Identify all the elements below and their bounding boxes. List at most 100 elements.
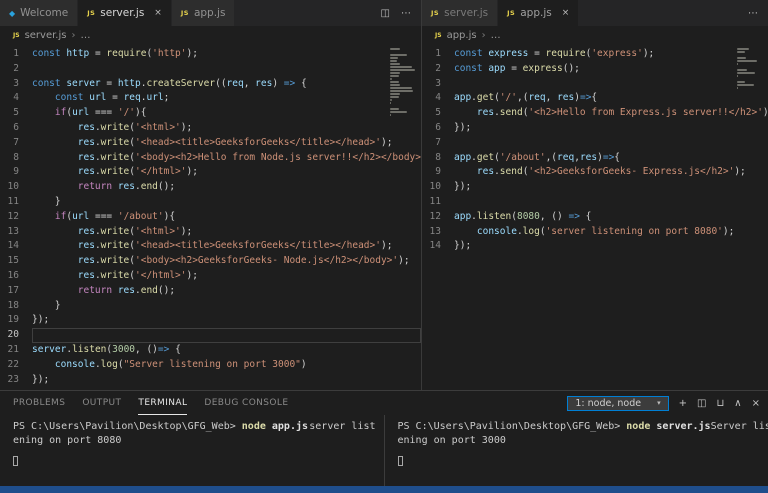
- line-number[interactable]: 15: [0, 254, 32, 269]
- close-icon[interactable]: ×: [154, 8, 162, 18]
- code-line[interactable]: 13 console.log('server listening on port…: [422, 225, 768, 240]
- code-line[interactable]: 8app.get('/about',(req,res)=>{: [422, 151, 768, 166]
- tab-server-js[interactable]: JSserver.js×: [78, 0, 172, 26]
- split-editor-icon[interactable]: ◫: [381, 8, 390, 19]
- kill-terminal-icon[interactable]: ⊔: [716, 398, 724, 409]
- line-number[interactable]: 9: [0, 165, 32, 180]
- line-number[interactable]: 22: [0, 358, 32, 373]
- breadcrumb-symbol[interactable]: …: [491, 30, 501, 41]
- code-line[interactable]: 14});: [422, 239, 768, 254]
- code-line[interactable]: 15 res.write('<body><h2>GeeksforGeeks- N…: [0, 254, 421, 269]
- line-number[interactable]: 23: [0, 373, 32, 388]
- code-line[interactable]: 6 res.write('<html>');: [0, 121, 421, 136]
- line-number[interactable]: 8: [422, 151, 454, 166]
- line-number[interactable]: 14: [0, 239, 32, 254]
- code-line[interactable]: 2: [0, 62, 421, 77]
- breadcrumb[interactable]: JS server.js › …: [0, 26, 421, 44]
- code-line[interactable]: 9 res.write('</html>');: [0, 165, 421, 180]
- code-line[interactable]: 10});: [422, 180, 768, 195]
- line-number[interactable]: 17: [0, 284, 32, 299]
- line-number[interactable]: 7: [422, 136, 454, 151]
- line-number[interactable]: 18: [0, 299, 32, 314]
- code-line[interactable]: 2const app = express();: [422, 62, 768, 77]
- line-number[interactable]: 4: [0, 91, 32, 106]
- line-number[interactable]: 6: [422, 121, 454, 136]
- code-editor-server-js[interactable]: 1const http = require('http');23const se…: [0, 44, 421, 390]
- split-terminal-icon[interactable]: ◫: [697, 398, 706, 409]
- code-line[interactable]: 16 res.write('</html>');: [0, 269, 421, 284]
- code-editor-app-js[interactable]: 1const express = require('express');2con…: [422, 44, 768, 390]
- code-line[interactable]: 3const server = http.createServer((req, …: [0, 77, 421, 92]
- line-number[interactable]: 11: [0, 195, 32, 210]
- breadcrumb[interactable]: JS app.js › …: [422, 26, 768, 44]
- code-line[interactable]: 14 res.write('<head><title>GeeksforGeeks…: [0, 239, 421, 254]
- breadcrumb-file[interactable]: app.js: [447, 30, 477, 41]
- more-actions-icon[interactable]: ⋯: [748, 8, 758, 19]
- code-line[interactable]: 4 const url = req.url;: [0, 91, 421, 106]
- line-number[interactable]: 3: [0, 77, 32, 92]
- terminal-right[interactable]: PS C:\Users\Pavilion\Desktop\GFG_Web> no…: [384, 415, 768, 486]
- breadcrumb-symbol[interactable]: …: [80, 30, 90, 41]
- close-panel-icon[interactable]: ×: [752, 398, 760, 409]
- line-number[interactable]: 8: [0, 151, 32, 166]
- line-number[interactable]: 1: [0, 47, 32, 62]
- minimap[interactable]: [737, 48, 765, 89]
- code-line[interactable]: 8 res.write('<body><h2>Hello from Node.j…: [0, 151, 421, 166]
- code-line[interactable]: 3: [422, 77, 768, 92]
- code-line[interactable]: 7 res.write('<head><title>GeeksforGeeks<…: [0, 136, 421, 151]
- line-number[interactable]: 5: [0, 106, 32, 121]
- line-number[interactable]: 13: [0, 225, 32, 240]
- line-number[interactable]: 12: [422, 210, 454, 225]
- line-number[interactable]: 5: [422, 106, 454, 121]
- line-number[interactable]: 10: [0, 180, 32, 195]
- code-line[interactable]: 6});: [422, 121, 768, 136]
- close-icon[interactable]: ×: [562, 8, 570, 18]
- panel-tab-debug-console[interactable]: DEBUG CONSOLE: [204, 391, 288, 415]
- line-number[interactable]: 9: [422, 165, 454, 180]
- code-line[interactable]: 18 }: [0, 299, 421, 314]
- panel-tab-problems[interactable]: PROBLEMS: [13, 391, 65, 415]
- line-number[interactable]: 6: [0, 121, 32, 136]
- code-line[interactable]: 1const express = require('express');: [422, 47, 768, 62]
- line-number[interactable]: 14: [422, 239, 454, 254]
- panel-tab-output[interactable]: OUTPUT: [82, 391, 121, 415]
- line-number[interactable]: 10: [422, 180, 454, 195]
- code-line[interactable]: 12app.listen(8080, () => {: [422, 210, 768, 225]
- new-terminal-icon[interactable]: +: [679, 398, 687, 409]
- maximize-panel-icon[interactable]: ∧: [734, 398, 741, 409]
- code-line[interactable]: 7: [422, 136, 768, 151]
- code-line[interactable]: 9 res.send('<h2>GeeksforGeeks- Express.j…: [422, 165, 768, 180]
- code-line[interactable]: 5 res.send('<h2>Hello from Express.js se…: [422, 106, 768, 121]
- tab-app-js[interactable]: JSapp.js×: [498, 0, 579, 26]
- code-line[interactable]: 10 return res.end();: [0, 180, 421, 195]
- code-line[interactable]: 5 if(url === '/'){: [0, 106, 421, 121]
- line-number[interactable]: 21: [0, 343, 32, 358]
- tab-app-js[interactable]: JSapp.js: [172, 0, 236, 26]
- code-line[interactable]: 11 }: [0, 195, 421, 210]
- line-number[interactable]: 2: [422, 62, 454, 77]
- breadcrumb-file[interactable]: server.js: [25, 30, 67, 41]
- line-number[interactable]: 1: [422, 47, 454, 62]
- line-number[interactable]: 20: [0, 328, 32, 343]
- minimap[interactable]: [390, 48, 418, 116]
- line-number[interactable]: 13: [422, 225, 454, 240]
- code-line[interactable]: 17 return res.end();: [0, 284, 421, 299]
- line-number[interactable]: 11: [422, 195, 454, 210]
- code-line[interactable]: 11: [422, 195, 768, 210]
- line-number[interactable]: 3: [422, 77, 454, 92]
- tab-welcome[interactable]: ◆Welcome: [0, 0, 78, 26]
- line-number[interactable]: 2: [0, 62, 32, 77]
- code-line[interactable]: 13 res.write('<html>');: [0, 225, 421, 240]
- code-line[interactable]: 19});: [0, 313, 421, 328]
- panel-tab-terminal[interactable]: TERMINAL: [138, 391, 187, 415]
- code-line[interactable]: 23});: [0, 373, 421, 388]
- line-number[interactable]: 4: [422, 91, 454, 106]
- tab-server-js[interactable]: JSserver.js: [422, 0, 498, 26]
- line-number[interactable]: 12: [0, 210, 32, 225]
- code-line[interactable]: 12 if(url === '/about'){: [0, 210, 421, 225]
- line-number[interactable]: 16: [0, 269, 32, 284]
- more-actions-icon[interactable]: ⋯: [401, 8, 411, 19]
- line-number[interactable]: 7: [0, 136, 32, 151]
- line-number[interactable]: 19: [0, 313, 32, 328]
- code-line[interactable]: 21server.listen(3000, ()=> {: [0, 343, 421, 358]
